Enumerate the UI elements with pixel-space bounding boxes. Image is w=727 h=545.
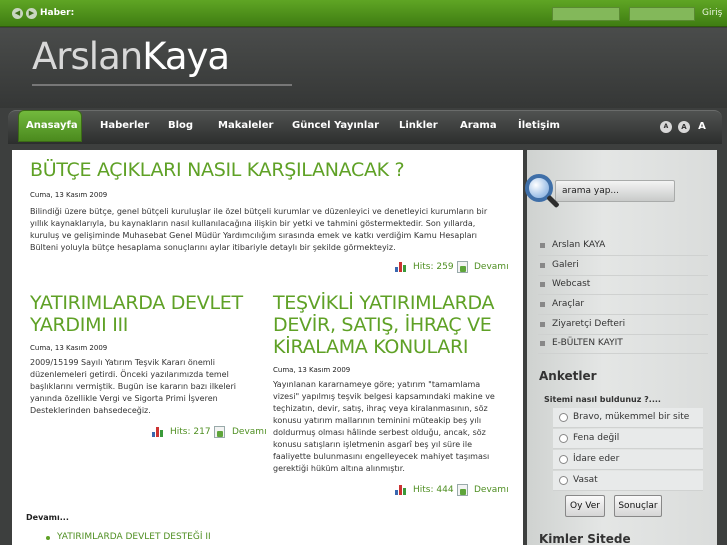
article-hits: Hits: 444: [413, 485, 454, 495]
read-more-link[interactable]: Devamı: [232, 427, 267, 437]
article-body: 2009/15199 Sayılı Yatırım Teşvik Kararı …: [30, 358, 236, 415]
nav-item-arama[interactable]: Arama: [460, 120, 497, 131]
vote-button[interactable]: Oy Ver: [565, 495, 605, 517]
prev-news-icon[interactable]: ◀: [12, 8, 23, 19]
article-date: Cuma, 13 Kasım 2009: [30, 191, 108, 199]
hits-chart-icon: [395, 262, 406, 272]
article-date: Cuma, 13 Kasım 2009: [273, 366, 351, 374]
read-more-icon[interactable]: [214, 426, 225, 438]
read-more-link[interactable]: Devamı: [474, 485, 509, 495]
login-button[interactable]: Giriş: [702, 8, 722, 18]
list-bullet: [46, 536, 50, 540]
sidebar-item-webcast[interactable]: Webcast: [538, 276, 708, 295]
read-more-icon[interactable]: [457, 261, 468, 273]
username-input[interactable]: [552, 7, 620, 21]
results-button[interactable]: Sonuçlar: [614, 495, 662, 517]
nav-item-makaleler[interactable]: Makaleler: [218, 120, 273, 131]
poll-question: Sitemi nasıl buldunuz ?....: [544, 395, 661, 404]
poll-option[interactable]: Bravo, mükemmel bir site: [553, 408, 703, 428]
nav-item-blog[interactable]: Blog: [168, 120, 193, 131]
sidebar-item-arslan-kaya[interactable]: Arslan KAYA: [538, 237, 708, 256]
nav-item-linkler[interactable]: Linkler: [399, 120, 438, 131]
hits-chart-icon: [152, 427, 163, 437]
sidebar-item-galeri[interactable]: Galeri: [538, 257, 708, 276]
article-date: Cuma, 13 Kasım 2009: [30, 344, 108, 352]
search-input[interactable]: arama yap...: [555, 180, 675, 202]
news-label: Haber:: [40, 8, 75, 18]
font-small-button[interactable]: A: [660, 121, 672, 133]
sidebar-item-ziyaretci-defteri[interactable]: Ziyaretçi Defteri: [538, 316, 708, 335]
article-hits: Hits: 217: [170, 427, 211, 437]
nav-item-haberler[interactable]: Haberler: [100, 120, 149, 131]
more-articles-heading: Devamı...: [26, 513, 69, 522]
sidebar-item-e-bulten[interactable]: E-BÜLTEN KAYIT: [538, 335, 708, 354]
logo-text-2: Kaya: [142, 35, 230, 78]
site-logo[interactable]: ArslanKaya: [32, 35, 230, 78]
read-more-icon[interactable]: [457, 484, 468, 496]
article-title[interactable]: TEŞVİKLİ YATIRIMLARDA DEVİR, SATIŞ, İHRA…: [273, 292, 513, 358]
poll-option[interactable]: Fena değil: [553, 429, 703, 449]
article-body: Bilindiği üzere bütçe, genel bütçeli kur…: [30, 207, 488, 252]
article-title[interactable]: YATIRIMLARDA DEVLET YARDIMI III: [30, 292, 270, 336]
sidebar-item-araclar[interactable]: Araçlar: [538, 296, 708, 315]
poll-option[interactable]: Vasat: [553, 471, 703, 491]
hits-chart-icon: [395, 485, 406, 495]
more-article-link[interactable]: YATIRIMLARDA DEVLET DESTEĞİ II: [57, 532, 211, 542]
font-medium-button[interactable]: A: [678, 121, 690, 133]
article-hits: Hits: 259: [413, 262, 454, 272]
logo-text-1: Arslan: [32, 35, 143, 78]
who-online-title: Kimler Sitede: [539, 532, 631, 545]
article-body: Yayınlanan kararnameye göre; yatırım "ta…: [273, 380, 495, 473]
read-more-link[interactable]: Devamı: [474, 262, 509, 272]
logo-underline: [32, 84, 292, 86]
password-input[interactable]: [629, 7, 695, 21]
font-large-button[interactable]: A: [696, 121, 708, 133]
poll-title: Anketler: [539, 369, 597, 383]
nav-item-anasayfa[interactable]: Anasayfa: [26, 120, 78, 131]
nav-item-guncel-yayinlar[interactable]: Güncel Yayınlar: [292, 120, 379, 131]
article-title[interactable]: BÜTÇE AÇIKLARI NASIL KARŞILANACAK ?: [30, 159, 510, 181]
next-news-icon[interactable]: ▶: [26, 8, 37, 19]
nav-item-iletisim[interactable]: İletişim: [518, 120, 560, 131]
poll-option[interactable]: İdare eder: [553, 450, 703, 470]
